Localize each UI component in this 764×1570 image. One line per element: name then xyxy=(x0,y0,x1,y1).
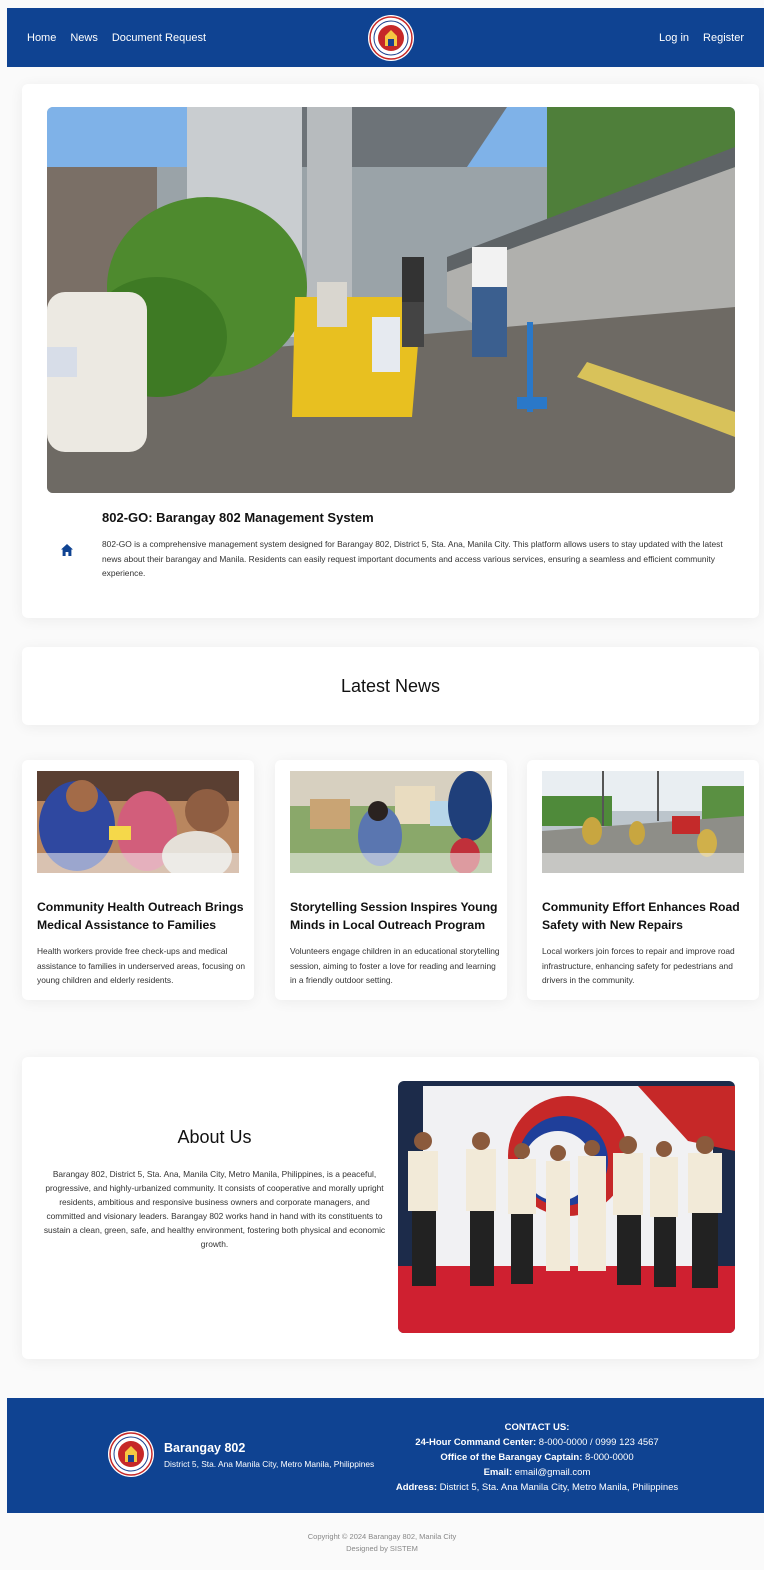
footer-barangay-name: Barangay 802 xyxy=(164,1441,246,1455)
news-card[interactable]: Community Effort Enhances Road Safety wi… xyxy=(527,760,759,1000)
news-title[interactable]: Community Effort Enhances Road Safety wi… xyxy=(542,899,752,934)
nav-news-link[interactable]: News xyxy=(70,32,98,44)
login-link[interactable]: Log in xyxy=(659,32,689,44)
news-title[interactable]: Community Health Outreach Brings Medical… xyxy=(37,899,247,934)
hero-description: 802-GO is a comprehensive management sys… xyxy=(102,539,723,578)
footer-seal-logo xyxy=(108,1431,154,1477)
news-title[interactable]: Storytelling Session Inspires Young Mind… xyxy=(290,899,500,934)
news-description: Volunteers engage children in an educati… xyxy=(290,946,500,985)
news-image-health-outreach xyxy=(37,771,239,873)
about-us-card: About Us Barangay 802, District 5, Sta. … xyxy=(22,1057,759,1359)
nav-document-request-link[interactable]: Document Request xyxy=(112,32,206,44)
hero-image-street-cleanup xyxy=(47,107,735,493)
command-center-label: 24-Hour Command Center: xyxy=(415,1437,537,1448)
captain-office-label: Office of the Barangay Captain: xyxy=(440,1452,583,1463)
latest-news-header-card: Latest News xyxy=(22,647,759,725)
nav-home-link[interactable]: Home xyxy=(27,32,56,44)
top-navbar: Home News Document Request Log in Regist… xyxy=(7,8,764,67)
contact-heading: CONTACT US: xyxy=(504,1422,570,1433)
copyright-text: Copyright © 2024 Barangay 802, Manila Ci… xyxy=(307,1532,457,1541)
latest-news-heading: Latest News xyxy=(340,675,441,696)
address-label: Address: xyxy=(395,1482,438,1493)
email-value[interactable]: email@gmail.com xyxy=(515,1467,591,1478)
captain-office-value: 8-000-0000 xyxy=(585,1452,634,1463)
hero-title: 802-GO: Barangay 802 Management System xyxy=(102,510,374,525)
news-image-road-repairs xyxy=(542,771,744,873)
address-value: District 5, Sta. Ana Manila City, Metro … xyxy=(439,1482,679,1493)
nav-left: Home News Document Request xyxy=(27,32,206,44)
barangay-seal-logo[interactable] xyxy=(368,15,414,61)
site-footer: Barangay 802 District 5, Sta. Ana Manila… xyxy=(7,1398,764,1513)
news-description: Local workers join forces to repair and … xyxy=(542,946,735,985)
contact-block: CONTACT US: 24-Hour Command Center: 8-00… xyxy=(377,1420,697,1495)
command-center-value: 8-000-0000 / 0999 123 4567 xyxy=(538,1437,659,1448)
email-label: Email: xyxy=(483,1467,513,1478)
register-link[interactable]: Register xyxy=(703,32,744,44)
copyright-block: Copyright © 2024 Barangay 802, Manila Ci… xyxy=(0,1531,764,1555)
news-image-storytelling xyxy=(290,771,492,873)
news-card[interactable]: Community Health Outreach Brings Medical… xyxy=(22,760,254,1000)
about-image-officials xyxy=(398,1081,735,1333)
nav-right: Log in Register xyxy=(659,32,744,44)
news-card[interactable]: Storytelling Session Inspires Young Mind… xyxy=(275,760,507,1000)
footer-address: District 5, Sta. Ana Manila City, Metro … xyxy=(164,1459,375,1469)
news-description: Health workers provide free check-ups an… xyxy=(37,946,246,985)
designed-by-text: Designed by SISTEM xyxy=(346,1544,418,1553)
house-icon xyxy=(61,544,73,556)
about-us-heading: About Us xyxy=(177,1127,252,1147)
about-us-text: Barangay 802, District 5, Sta. Ana, Mani… xyxy=(43,1169,386,1249)
hero-card: 802-GO: Barangay 802 Management System 8… xyxy=(22,84,759,618)
